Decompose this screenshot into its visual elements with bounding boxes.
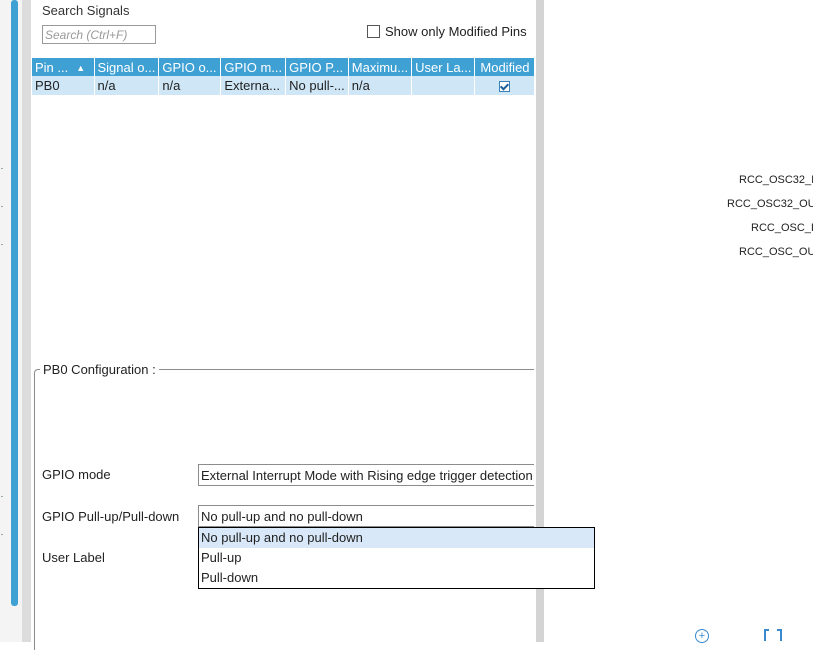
tick-mark bbox=[1, 244, 3, 245]
dropdown-option-no-pull[interactable]: No pull-up and no pull-down bbox=[199, 528, 594, 548]
tick-mark bbox=[1, 206, 3, 207]
column-header-modified[interactable]: Modified bbox=[474, 58, 536, 76]
column-header-gpio-mode[interactable]: GPIO m... bbox=[220, 58, 287, 76]
column-header-gpio-pull[interactable]: GPIO P... bbox=[285, 58, 349, 76]
pin-label-rcc-osc32-out: RCC_OSC32_OUT bbox=[727, 198, 813, 210]
user-label-label: User Label bbox=[42, 550, 105, 565]
gpio-pull-dropdown: No pull-up and no pull-down Pull-up Pull… bbox=[198, 527, 595, 589]
pin-config-title: PB0 Configuration : bbox=[40, 362, 159, 377]
fit-icon-gap bbox=[769, 627, 777, 631]
column-header-max-speed[interactable]: Maximu... bbox=[348, 58, 413, 76]
gpio-mode-select[interactable]: External Interrupt Mode with Rising edge… bbox=[198, 464, 534, 486]
cell-user-label bbox=[411, 76, 476, 95]
vertical-scrollbar[interactable] bbox=[11, 0, 18, 606]
search-signals-title: Search Signals bbox=[42, 3, 130, 18]
column-header-signal[interactable]: Signal o... bbox=[94, 58, 160, 76]
gpio-pull-value: No pull-up and no pull-down bbox=[201, 509, 363, 524]
gpio-mode-label: GPIO mode bbox=[42, 467, 111, 482]
zoom-in-icon[interactable]: + bbox=[695, 629, 709, 643]
column-header-pin[interactable]: Pin ... ▲ bbox=[32, 58, 95, 76]
sort-ascending-icon: ▲ bbox=[76, 62, 86, 73]
dropdown-option-pull-down[interactable]: Pull-down bbox=[199, 568, 594, 588]
tick-mark bbox=[1, 168, 3, 169]
table-row[interactable]: PB0 n/a n/a Externa... No pull-... n/a bbox=[32, 76, 536, 95]
gpio-pull-label: GPIO Pull-up/Pull-down bbox=[42, 509, 180, 524]
cell-gpio-output: n/a bbox=[158, 76, 222, 95]
panel-border bbox=[22, 0, 31, 642]
pin-table: Pin ... ▲ Signal o... GPIO o... GPIO m...… bbox=[32, 58, 536, 95]
search-input[interactable] bbox=[42, 25, 156, 44]
show-modified-label: Show only Modified Pins bbox=[385, 24, 527, 39]
tick-mark bbox=[1, 496, 3, 497]
pin-label-rcc-osc32-in: RCC_OSC32_IN bbox=[739, 174, 813, 186]
cell-modified bbox=[474, 76, 536, 95]
pin-label-rcc-osc-in: RCC_OSC_IN bbox=[751, 222, 813, 234]
gpio-pull-select[interactable]: No pull-up and no pull-down bbox=[198, 505, 534, 527]
show-modified-checkbox[interactable] bbox=[367, 25, 380, 38]
pin-label-rcc-osc-out: RCC_OSC_OUT bbox=[739, 246, 813, 258]
cell-pin: PB0 bbox=[32, 76, 95, 95]
cell-gpio-mode: Externa... bbox=[220, 76, 287, 95]
column-header-user-label[interactable]: User La... bbox=[411, 58, 476, 76]
table-header-row: Pin ... ▲ Signal o... GPIO o... GPIO m...… bbox=[32, 58, 536, 76]
cell-gpio-pull: No pull-... bbox=[285, 76, 349, 95]
dropdown-option-pull-up[interactable]: Pull-up bbox=[199, 548, 594, 568]
tick-mark bbox=[1, 534, 3, 535]
modified-checkbox[interactable] bbox=[499, 81, 511, 93]
column-header-gpio-output[interactable]: GPIO o... bbox=[158, 58, 222, 76]
cell-max-speed: n/a bbox=[348, 76, 413, 95]
cell-signal: n/a bbox=[94, 76, 160, 95]
gpio-mode-value: External Interrupt Mode with Rising edge… bbox=[201, 468, 533, 483]
